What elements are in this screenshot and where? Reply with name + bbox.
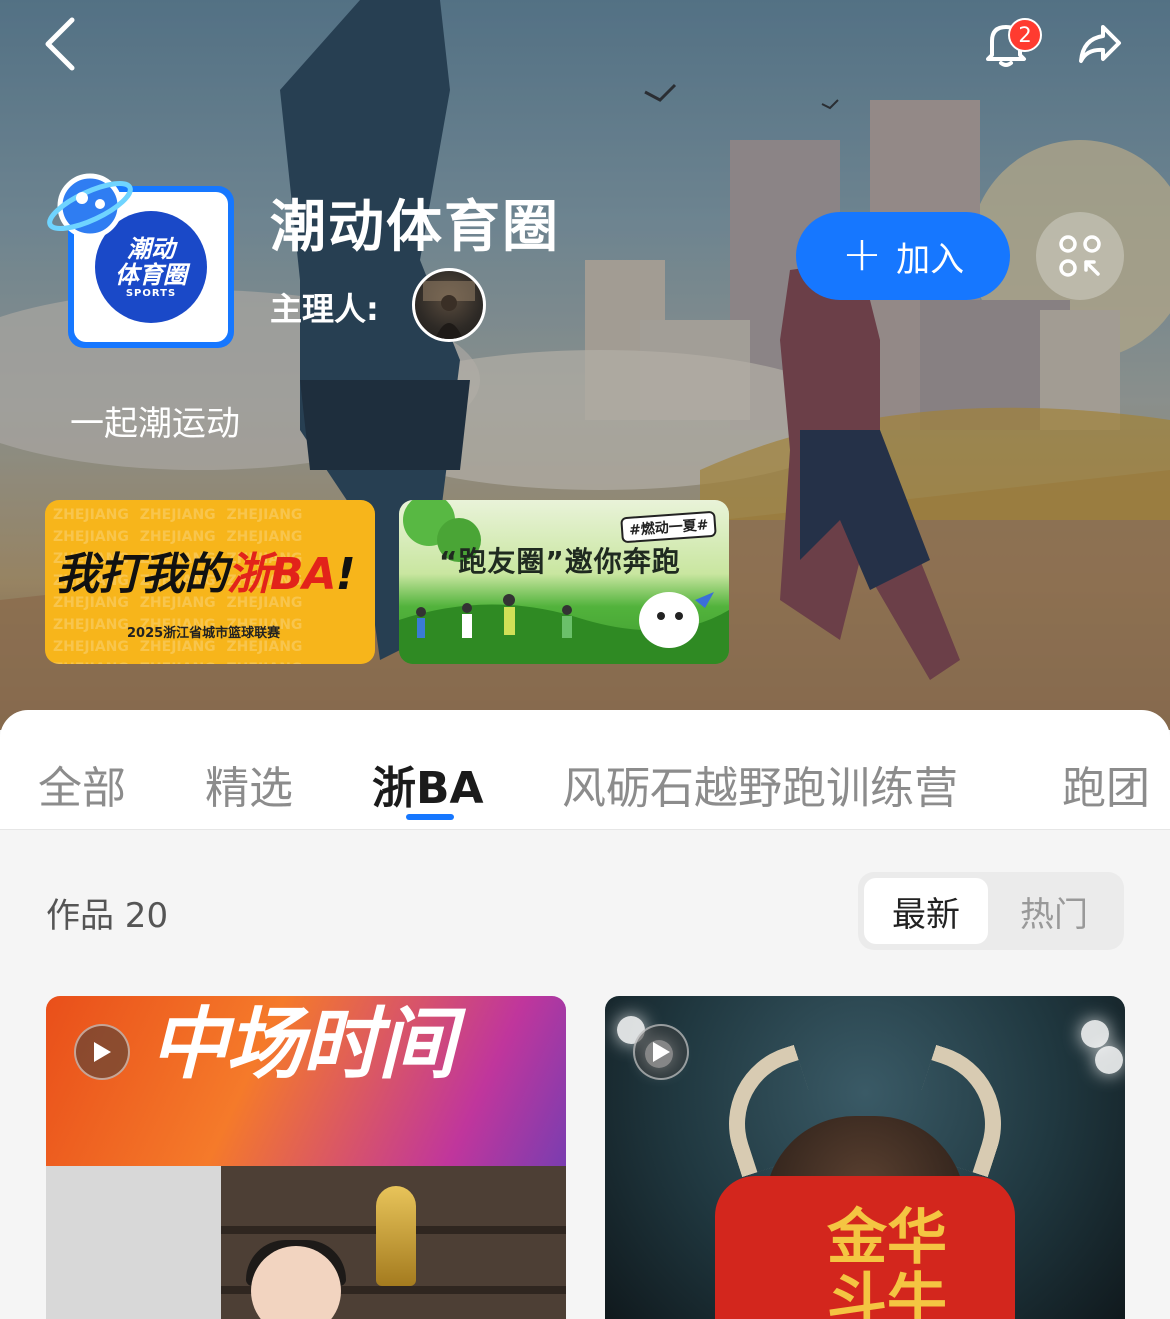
tab-featured[interactable]: 精选	[205, 752, 293, 816]
banner-title: “跑友圈”邀你奔跑	[439, 545, 681, 578]
category-tabs: 全部 精选 浙BA 风砺石越野跑训练营 跑团	[0, 710, 1170, 830]
notification-count-badge: 2	[1008, 18, 1042, 52]
share-arrow-icon	[1079, 25, 1121, 63]
play-icon	[74, 1024, 130, 1080]
circle-description: 一起潮运动	[70, 404, 240, 444]
owner-label: 主理人:	[270, 290, 379, 328]
active-tab-indicator	[406, 814, 454, 820]
video-card[interactable]: 中场时间	[46, 996, 566, 1319]
logo-text-line2: 体育圈	[115, 260, 187, 289]
tab-run-team[interactable]: 跑团	[1062, 752, 1150, 816]
card-title-text: 中场时间	[150, 1000, 456, 1090]
avatar-person-silhouette	[423, 281, 475, 339]
tab-trail-run-camp[interactable]: 风砺石越野跑训练营	[562, 752, 958, 816]
plus-icon: +	[841, 226, 883, 282]
join-label: 加入	[896, 239, 965, 280]
banner-main-suffix: !	[335, 549, 356, 600]
banner-main-prefix: 我打我的	[55, 549, 228, 600]
trophy-icon	[376, 1186, 416, 1286]
join-button[interactable]: + 加入	[796, 212, 1010, 300]
banner-main-highlight: 浙BA	[227, 549, 337, 600]
share-button[interactable]	[1070, 14, 1130, 74]
logo-text-small: SPORTS	[125, 287, 177, 299]
back-button[interactable]	[30, 14, 90, 74]
circle-title: 潮动体育圈	[270, 195, 560, 260]
video-card[interactable]: 金华斗牛	[605, 996, 1125, 1319]
jersey-text: 金华斗牛	[827, 1203, 947, 1319]
works-count-label: 作品 20	[46, 896, 169, 936]
tab-zhe-ba[interactable]: 浙BA	[372, 752, 484, 816]
banner-main-text: 我打我的浙BA!	[55, 538, 356, 602]
banner-sub-text: 2025浙江省城市篮球联赛	[127, 626, 281, 641]
play-icon	[633, 1024, 689, 1080]
apps-button[interactable]	[1036, 212, 1124, 300]
banner-zhe-ba[interactable]: ZHEJIANG ZHEJIANG ZHEJIANG ZHEJIANG ZHEJ…	[45, 500, 375, 664]
owner-avatar[interactable]	[412, 268, 486, 342]
stadium-light	[1095, 1046, 1123, 1074]
banner-runners[interactable]: #燃动一夏# “跑友圈”邀你奔跑	[399, 500, 729, 664]
chevron-left-icon	[45, 17, 75, 71]
planet-icon	[47, 173, 133, 239]
apps-grid-icon	[1059, 235, 1101, 277]
tab-all[interactable]: 全部	[38, 752, 126, 816]
stadium-light	[1081, 1020, 1109, 1048]
sort-toggle: 最新 热门	[858, 872, 1124, 950]
sort-hot-button[interactable]: 热门	[992, 878, 1116, 944]
sort-latest-button[interactable]: 最新	[864, 878, 988, 944]
